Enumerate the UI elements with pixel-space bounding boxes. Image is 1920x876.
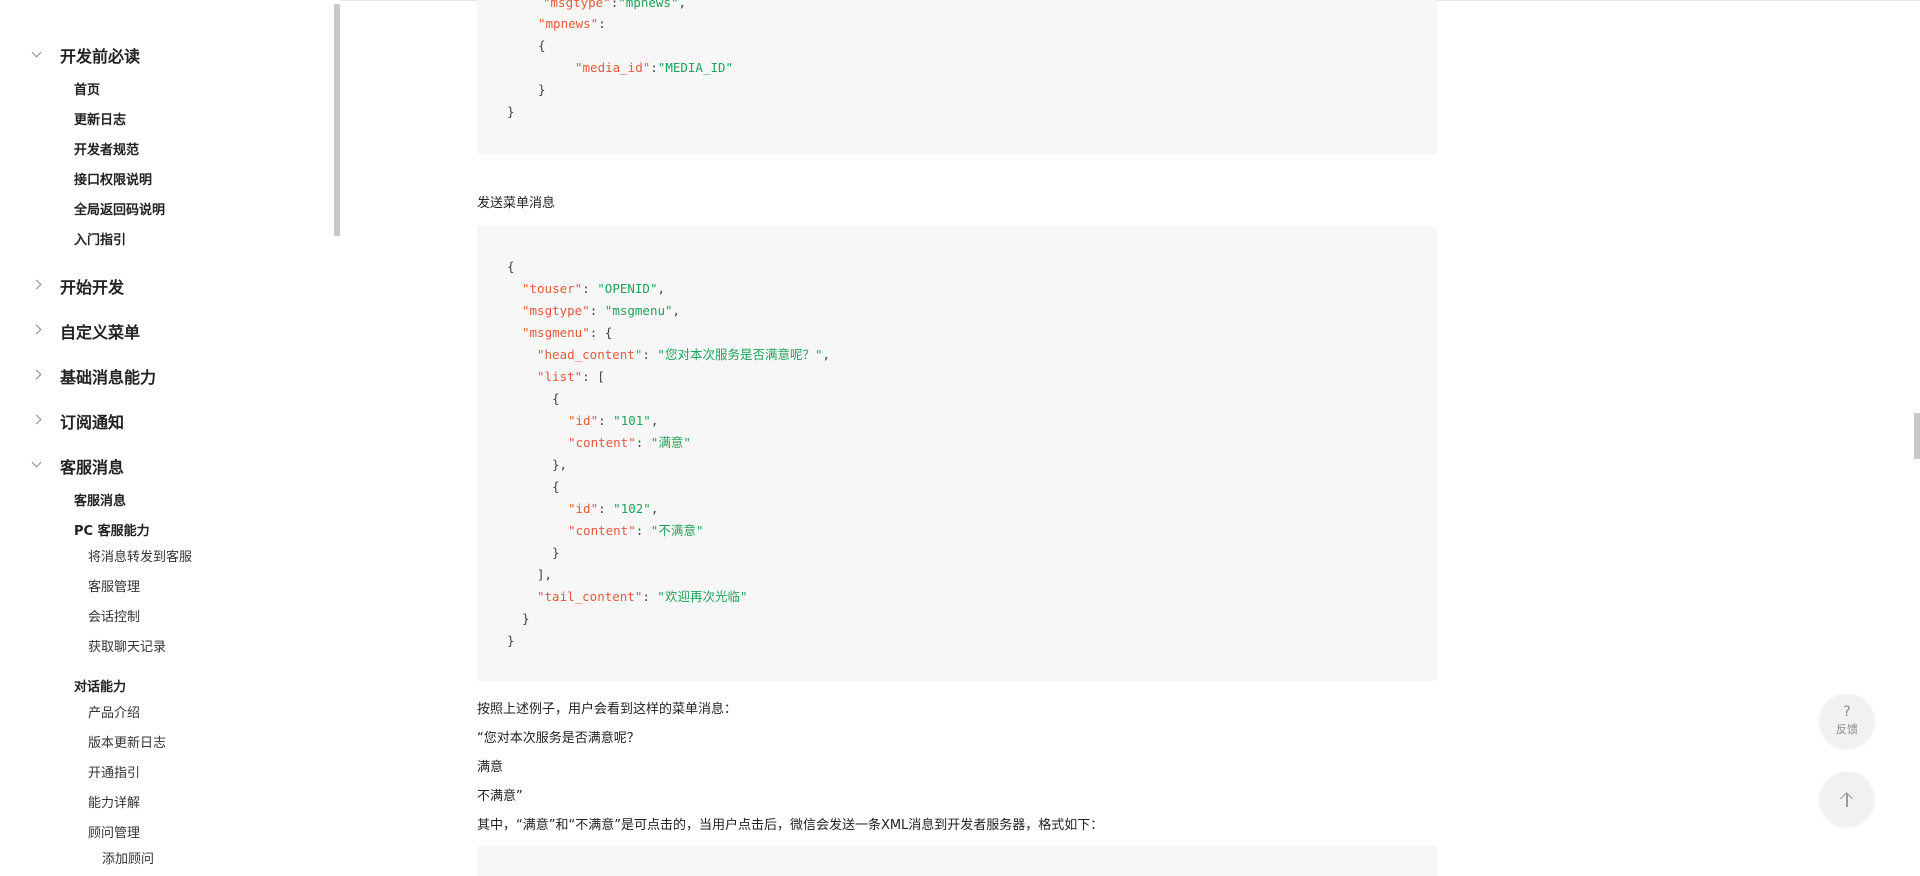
section-heading-menu-msg: 发送菜单消息 [477,196,556,211]
code-block-xml [477,846,1437,876]
sidebar-item-session[interactable]: 会话控制 [88,606,140,625]
sidebar-item-return-codes[interactable]: 全局返回码说明 [74,199,165,218]
doc-content: "msgtype":"mpnews", "mpnews": { "media_i… [477,0,1437,876]
paragraph: 不满意” [477,789,523,804]
chevron-right-icon[interactable] [31,279,42,290]
sidebar-group-custom-menu[interactable]: 自定义菜单 [60,319,140,343]
chevron-down-icon[interactable] [31,457,42,468]
sidebar-item-changelog[interactable]: 更新日志 [74,109,126,128]
feedback-button[interactable]: ? 反馈 [1820,694,1874,748]
sidebar-item-chat-history[interactable]: 获取聊天记录 [88,636,166,655]
sidebar-item-activation[interactable]: 开通指引 [88,762,140,781]
feedback-label: 反馈 [1836,723,1858,736]
sidebar-item-add-advisor[interactable]: 添加顾问 [102,848,154,866]
sidebar-item-permissions[interactable]: 接口权限说明 [74,169,152,188]
sidebar-item-dialog[interactable]: 对话能力 [74,676,126,695]
sidebar-item-version-log[interactable]: 版本更新日志 [88,732,166,751]
sidebar-scrollbar[interactable] [334,4,340,236]
paragraph: “您对本次服务是否满意呢？ [477,731,640,746]
code-value: "mpnews" [618,0,679,10]
code-block-mpnews: "msgtype":"mpnews", "mpnews": { "media_i… [477,0,1437,154]
chevron-right-icon[interactable] [31,369,42,380]
sidebar-item-product-intro[interactable]: 产品介绍 [88,702,140,721]
page-scrollbar[interactable] [1914,413,1920,459]
chevron-right-icon[interactable] [31,414,42,425]
sidebar-group-dev-prereq[interactable]: 开发前必读 [60,43,140,67]
sidebar-group-kf[interactable]: 客服消息 [60,454,124,478]
sidebar-item-forward[interactable]: 将消息转发到客服 [88,546,192,565]
code-key: "mpnews" [538,16,599,31]
sidebar-item-pc-kf[interactable]: PC 客服能力 [74,520,150,539]
paragraph: 按照上述例子，用户会看到这样的菜单消息： [477,702,738,717]
sidebar-item-dev-spec[interactable]: 开发者规范 [74,139,139,158]
sidebar-group-subscribe[interactable]: 订阅通知 [60,409,124,433]
sidebar-item-capabilities[interactable]: 能力详解 [88,792,140,811]
code-key: "msgtype" [543,0,611,10]
sidebar-item-getting-started[interactable]: 入门指引 [74,229,126,248]
sidebar-group-start-dev[interactable]: 开始开发 [60,274,124,298]
sidebar-item-kf-manage[interactable]: 客服管理 [88,576,140,595]
sidebar-item-advisor-manage[interactable]: 顾问管理 [88,822,140,841]
code-value: "MEDIA_ID" [657,60,734,75]
sidebar-item-home[interactable]: 首页 [74,79,100,98]
back-to-top-button[interactable] [1820,772,1874,826]
sidebar-nav: 开发前必读 首页 更新日志 开发者规范 接口权限说明 全局返回码说明 入门指引 … [0,0,340,866]
paragraph: 满意 [477,760,504,775]
sidebar-group-basic-msg[interactable]: 基础消息能力 [60,364,156,388]
chevron-right-icon[interactable] [31,324,42,335]
arrow-up-icon [1840,791,1854,807]
code-block-msgmenu: { "touser": "OPENID", "msgtype": "msgmen… [477,226,1437,681]
sidebar-item-kf-msg[interactable]: 客服消息 [74,490,126,509]
paragraph: 其中，“满意”和“不满意”是可点击的，当用户点击后，微信会发送一条XML消息到开… [477,818,1104,833]
chevron-down-icon[interactable] [31,47,42,58]
question-icon: ? [1843,704,1851,720]
code-key: "media_id" [575,60,651,75]
